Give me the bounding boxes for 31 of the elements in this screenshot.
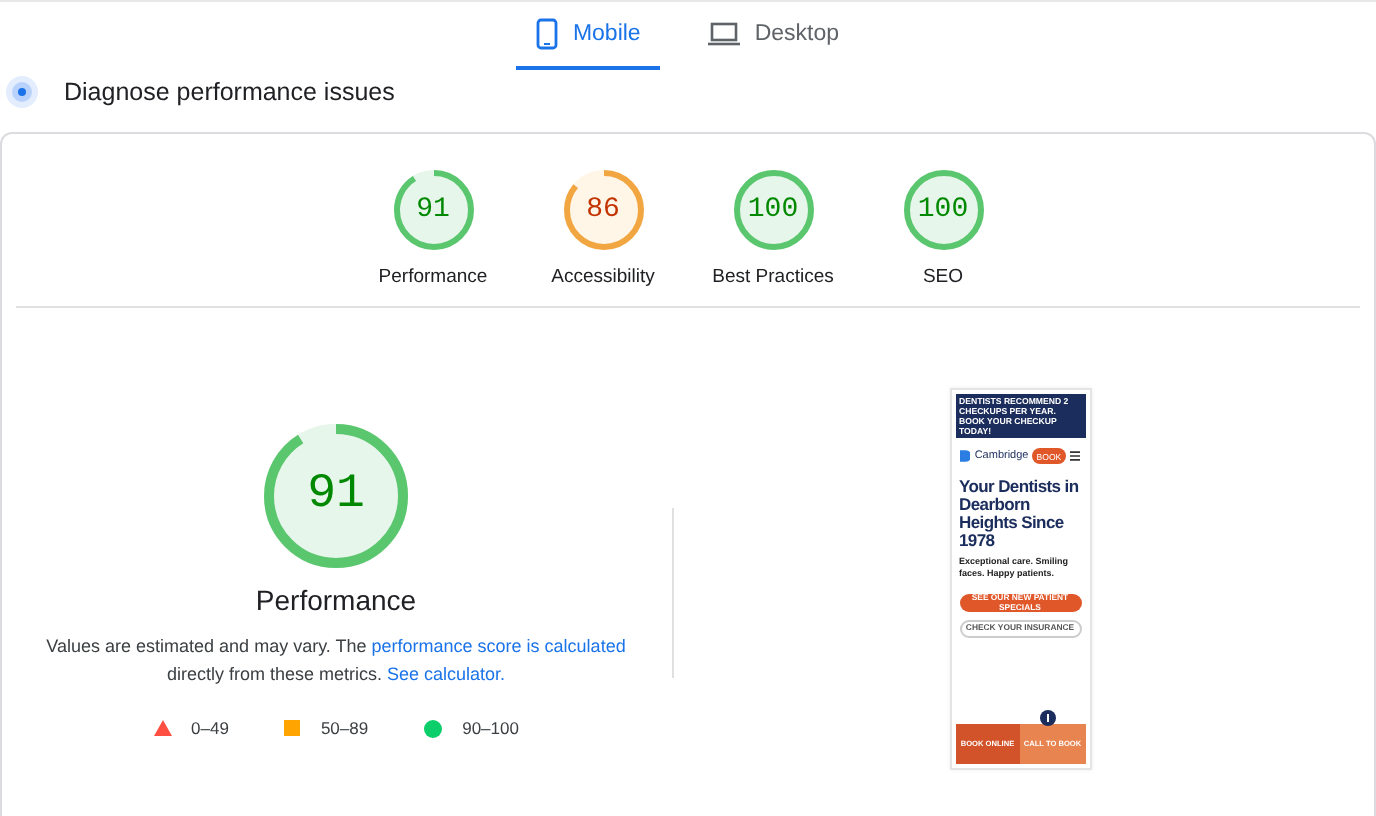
score-gauge [563,170,643,250]
score-gauge [903,170,983,250]
category-label: Accessibility [551,266,655,288]
score-gauge [733,170,813,250]
section-heading: Diagnose performance issues [64,78,395,106]
score-value: 91 [416,196,450,224]
hero-title: Your Dentists in Dearborn Heights Since 1978 [957,474,1081,550]
device-tab[interactable]: Mobile [516,2,661,70]
score-note: Values are estimated and may vary. The performance score is calculated directly from these metrics. See calculator. [44,634,628,688]
score-gauge [393,170,473,250]
accessibility-icon[interactable] [1039,710,1055,726]
laptop-icon [708,22,741,46]
range-label: 50–89 [320,718,369,738]
score-value: 86 [586,196,620,224]
category-label: SEO [922,266,964,288]
phone-icon [536,18,559,50]
score-gauge [264,424,408,568]
diagnose-icon [4,74,40,110]
device-tab[interactable]: Desktop [688,2,860,70]
category-label: Performance [255,584,417,616]
range-label: 0–49 [191,718,229,738]
score-value: 100 [917,196,969,224]
menu-icon[interactable] [1069,450,1081,462]
category-label: Performance [378,266,488,288]
score-value: 91 [307,472,365,520]
score-value: 100 [747,196,799,224]
calculation-link[interactable]: performance score is calculated [371,636,626,656]
category-label: Best Practices [712,266,834,288]
calculator-link[interactable]: See calculator. [386,664,506,684]
logo-icon [959,450,971,462]
range-label: 90–100 [462,718,519,738]
